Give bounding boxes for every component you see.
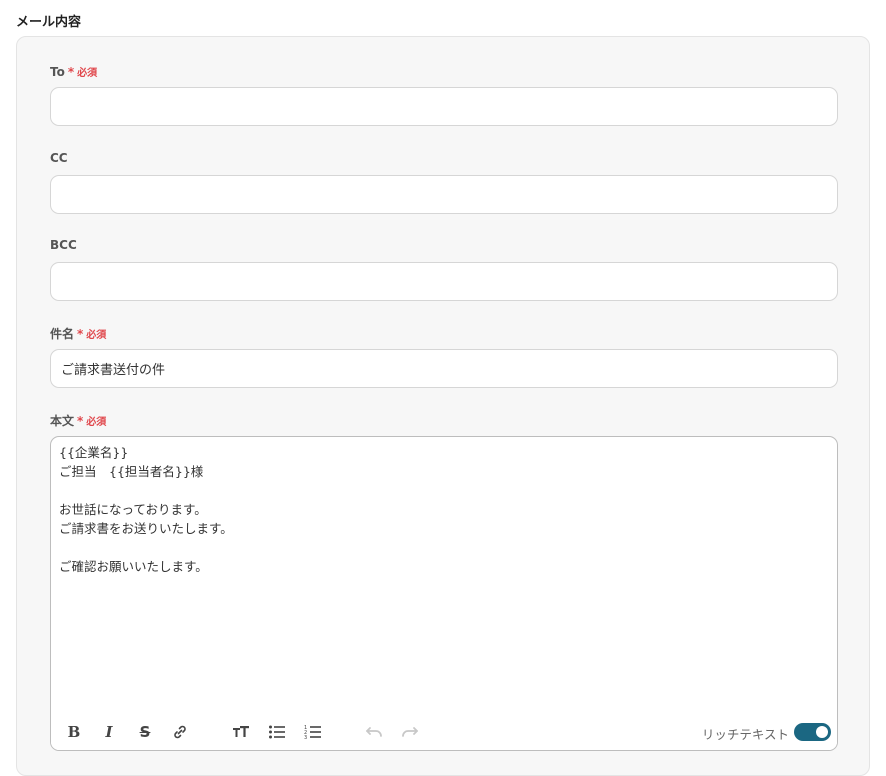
cc-input[interactable] [50, 175, 838, 214]
required-text: 必須 [86, 330, 107, 341]
to-input[interactable] [50, 87, 838, 126]
required-star: * [67, 64, 75, 79]
bulleted-list-icon[interactable] [266, 722, 288, 742]
cc-label-text: CC [50, 151, 68, 165]
to-label-text: To [50, 64, 65, 79]
subject-input[interactable]: ご請求書送付の件 [50, 349, 838, 388]
bold-icon[interactable]: B [63, 722, 85, 742]
required-text: 必須 [77, 68, 98, 79]
body-label-text: 本文 [50, 414, 75, 428]
subject-label: 件名 * 必須 [50, 325, 106, 342]
required-text: 必須 [86, 417, 107, 428]
to-label: To * 必須 [50, 64, 98, 80]
link-icon[interactable] [169, 722, 191, 742]
numbered-list-icon[interactable]: 1 2 3 [302, 722, 324, 742]
editor-toolbar: B I S 1 2 3 リッチテキスト [51, 714, 837, 750]
body-label: 本文 * 必須 [50, 412, 106, 429]
italic-icon[interactable]: I [98, 722, 120, 742]
required-star: * [77, 326, 84, 341]
body-textarea[interactable]: {{企業名}} ご担当 {{担当者名}}様 お世話になっております。 ご請求書を… [59, 443, 829, 576]
required-star: * [77, 413, 84, 428]
strikethrough-icon[interactable]: S [134, 722, 156, 742]
subject-label-text: 件名 [50, 327, 75, 341]
mail-content-panel: To * 必須 CC BCC 件名 * 必須 ご請求書送付の件 本文 * 必須 … [16, 36, 870, 776]
bcc-label-text: BCC [50, 238, 77, 252]
cc-label: CC [50, 151, 68, 165]
section-title: メール内容 [16, 15, 82, 30]
redo-icon[interactable] [399, 722, 421, 742]
toggle-knob [816, 726, 828, 738]
undo-icon[interactable] [363, 722, 385, 742]
svg-text:3: 3 [304, 735, 307, 740]
rich-text-toggle[interactable] [794, 723, 831, 741]
bcc-label: BCC [50, 238, 77, 252]
bcc-input[interactable] [50, 262, 838, 301]
text-size-icon[interactable] [230, 722, 252, 742]
body-editor[interactable]: {{企業名}} ご担当 {{担当者名}}様 お世話になっております。 ご請求書を… [50, 436, 838, 751]
rich-text-label: リッチテキスト [701, 727, 789, 742]
